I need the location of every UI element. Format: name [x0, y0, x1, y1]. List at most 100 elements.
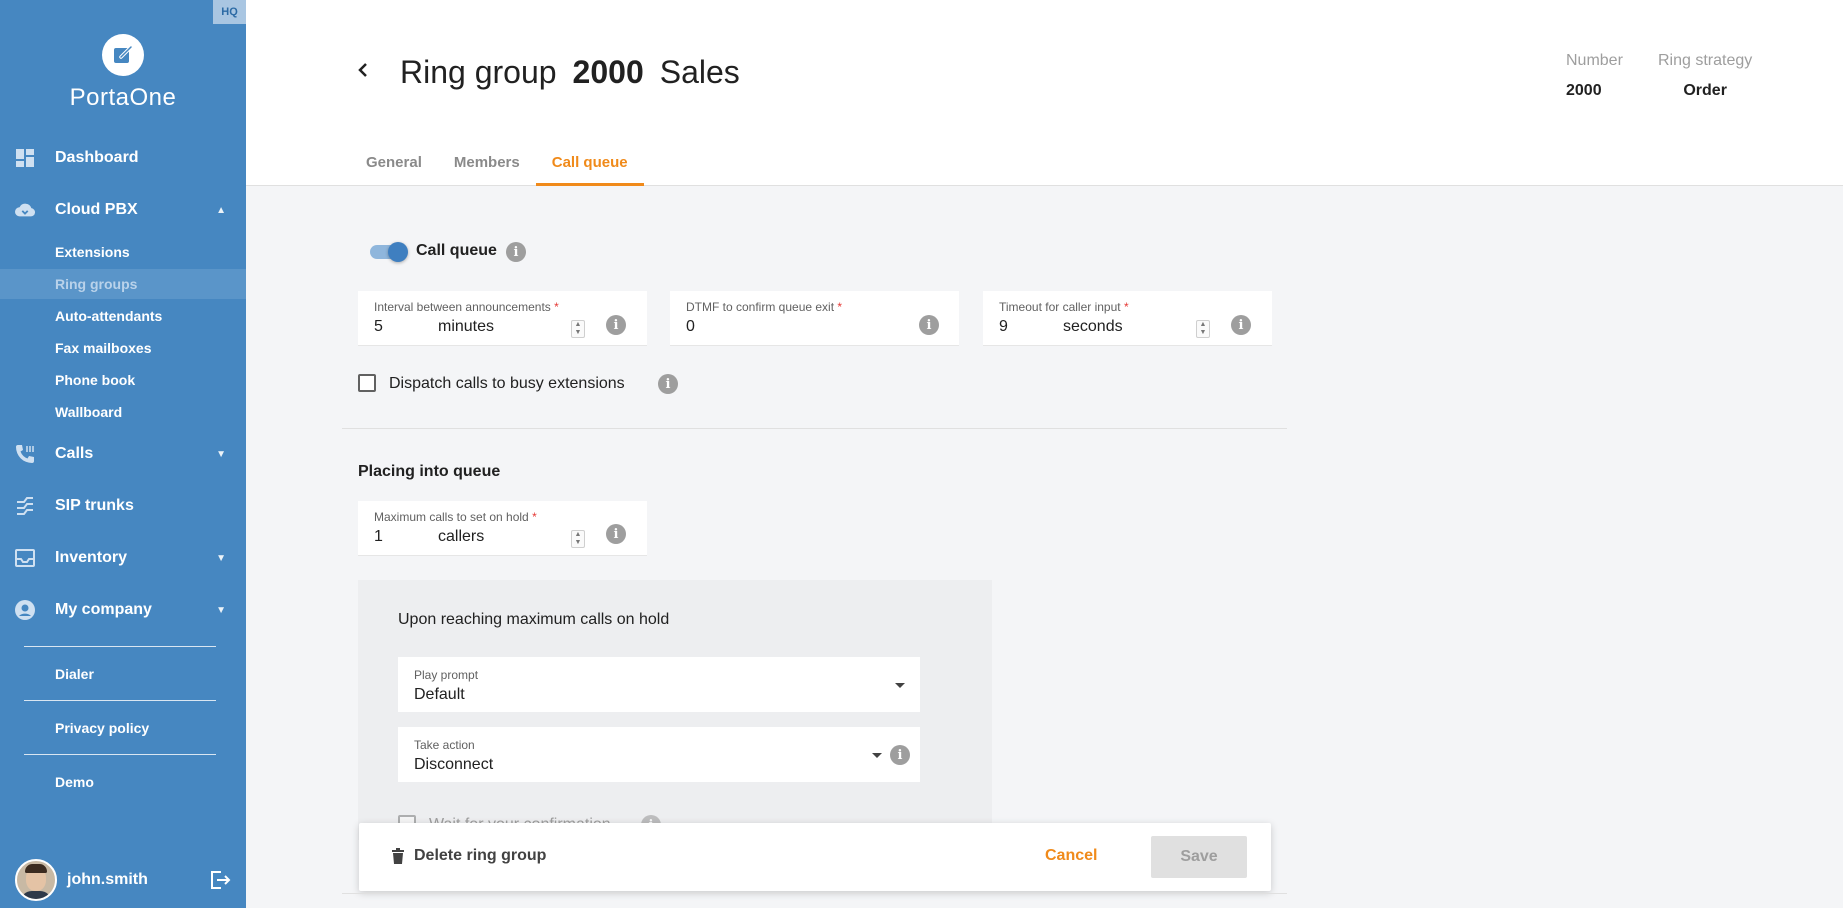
hq-badge: HQ	[213, 0, 246, 24]
nav-calls-label: Calls	[55, 445, 94, 462]
stepper-icon[interactable]: ▲ ▼	[571, 320, 585, 338]
page-header: Ring group 2000 Sales Number 2000 Ring s…	[246, 0, 1843, 186]
cancel-button[interactable]: Cancel	[1045, 847, 1097, 865]
dispatch-label: Dispatch calls to busy extensions	[389, 375, 625, 392]
info-icon[interactable]: i	[1231, 315, 1251, 335]
logo-mark-icon	[102, 34, 144, 76]
interval-label: Interval between announcements *	[374, 300, 559, 314]
take-action-label: Take action	[414, 738, 475, 752]
sidebar-divider	[24, 754, 216, 755]
inventory-icon	[15, 548, 35, 568]
phone-icon	[15, 444, 35, 464]
back-arrow-icon[interactable]	[356, 60, 376, 88]
chevron-up-icon: ▲	[216, 204, 226, 216]
timeout-field[interactable]: Timeout for caller input * 9 seconds ▲ ▼	[983, 291, 1272, 346]
call-queue-toggle[interactable]	[370, 240, 408, 262]
section-divider	[342, 893, 1287, 894]
save-button[interactable]: Save	[1151, 836, 1247, 878]
max-calls-label: Maximum calls to set on hold *	[374, 510, 537, 524]
tab-call-queue[interactable]: Call queue	[535, 145, 644, 186]
meta-strategy-value: Order	[1683, 82, 1727, 99]
info-icon[interactable]: i	[890, 745, 910, 765]
sidebar-link-privacy-policy[interactable]: Privacy policy	[55, 720, 149, 736]
info-icon[interactable]: i	[506, 242, 526, 262]
chevron-down-icon: ▼	[216, 552, 226, 564]
nav-cloud-pbx[interactable]: Cloud PBX ▲	[0, 188, 246, 232]
info-icon[interactable]: i	[606, 524, 626, 544]
nav-my-company-label: My company	[55, 601, 152, 618]
sip-trunks-icon	[15, 496, 35, 516]
title-number: 2000	[572, 54, 644, 90]
info-icon[interactable]: i	[919, 315, 939, 335]
cloud-icon	[15, 200, 35, 220]
play-prompt-label: Play prompt	[414, 668, 479, 682]
info-icon[interactable]: i	[606, 315, 626, 335]
info-icon[interactable]: i	[658, 374, 678, 394]
chevron-down-icon: ▼	[216, 448, 226, 460]
nav-calls[interactable]: Calls ▼	[0, 432, 246, 476]
tab-general[interactable]: General	[350, 145, 438, 186]
meta-number-value: 2000	[1566, 82, 1602, 99]
sidebar-item-auto-attendants[interactable]: Auto-attendants	[0, 301, 246, 331]
title-name: Sales	[659, 54, 740, 90]
logout-icon[interactable]	[209, 869, 231, 891]
stepper-icon[interactable]: ▲ ▼	[571, 530, 585, 548]
sidebar-link-demo[interactable]: Demo	[55, 774, 94, 790]
nav-sip-trunks-label: SIP trunks	[55, 497, 134, 514]
max-calls-field[interactable]: Maximum calls to set on hold * 1 callers…	[358, 501, 647, 556]
meta-ring-strategy: Ring strategy Order	[1658, 52, 1752, 100]
timeout-unit: seconds	[1063, 318, 1123, 335]
nav-sip-trunks[interactable]: SIP trunks	[0, 484, 246, 528]
delete-ring-group-button[interactable]: Delete ring group	[392, 847, 546, 865]
stepper-icon[interactable]: ▲ ▼	[1196, 320, 1210, 338]
nav-inventory-label: Inventory	[55, 549, 128, 566]
title-prefix: Ring group	[400, 54, 557, 90]
sidebar-item-wallboard[interactable]: Wallboard	[0, 397, 246, 427]
user-name: john.smith	[67, 871, 148, 888]
section-divider	[342, 428, 1287, 429]
dispatch-checkbox[interactable]	[358, 374, 376, 392]
nav-dashboard[interactable]: Dashboard	[0, 136, 246, 180]
portaone-logo[interactable]: PortaOne	[0, 34, 246, 112]
sidebar-item-fax-mailboxes[interactable]: Fax mailboxes	[0, 333, 246, 363]
chevron-down-icon: ▼	[216, 604, 226, 616]
trash-icon	[392, 848, 404, 864]
user-profile[interactable]: john.smith	[15, 858, 231, 902]
sidebar-item-phone-book[interactable]: Phone book	[0, 365, 246, 395]
play-prompt-value: Default	[414, 686, 465, 703]
tab-bar: General Members Call queue	[350, 145, 644, 186]
meta-number-label: Number	[1566, 52, 1623, 69]
page-title: Ring group 2000 Sales	[400, 54, 740, 91]
meta-number: Number 2000	[1566, 52, 1623, 100]
sidebar: HQ PortaOne Dashboard Cloud PBX ▲ Extens…	[0, 0, 246, 908]
dashboard-icon	[15, 148, 35, 168]
dropdown-arrow-icon	[895, 683, 905, 688]
nav-dashboard-label: Dashboard	[55, 149, 139, 166]
sidebar-item-ring-groups[interactable]: Ring groups	[0, 269, 246, 299]
max-calls-panel: Upon reaching maximum calls on hold Play…	[358, 580, 992, 840]
sidebar-divider	[24, 646, 216, 647]
sidebar-link-dialer[interactable]: Dialer	[55, 666, 94, 682]
max-calls-unit: callers	[438, 528, 485, 545]
meta-strategy-label: Ring strategy	[1658, 52, 1753, 69]
sidebar-item-extensions[interactable]: Extensions	[0, 237, 246, 267]
play-prompt-select[interactable]: Play prompt Default	[398, 657, 920, 712]
call-queue-form: Call queue i Interval between announceme…	[246, 187, 1843, 908]
take-action-value: Disconnect	[414, 756, 494, 773]
nav-my-company[interactable]: My company ▼	[0, 588, 246, 632]
interval-value: 5	[374, 318, 383, 335]
panel-title: Upon reaching maximum calls on hold	[398, 611, 670, 628]
dropdown-arrow-icon	[872, 753, 882, 758]
timeout-label: Timeout for caller input *	[999, 300, 1129, 314]
call-queue-label: Call queue	[416, 242, 497, 259]
interval-field[interactable]: Interval between announcements * 5 minut…	[358, 291, 647, 346]
tab-members[interactable]: Members	[438, 145, 536, 186]
avatar	[15, 859, 57, 901]
nav-cloud-pbx-label: Cloud PBX	[55, 201, 138, 218]
dtmf-field[interactable]: DTMF to confirm queue exit * 0	[670, 291, 959, 346]
dtmf-value: 0	[686, 318, 695, 335]
account-circle-icon	[15, 600, 35, 620]
nav-inventory[interactable]: Inventory ▼	[0, 536, 246, 580]
take-action-select[interactable]: Take action Disconnect i	[398, 727, 920, 782]
dtmf-label: DTMF to confirm queue exit *	[686, 300, 843, 314]
